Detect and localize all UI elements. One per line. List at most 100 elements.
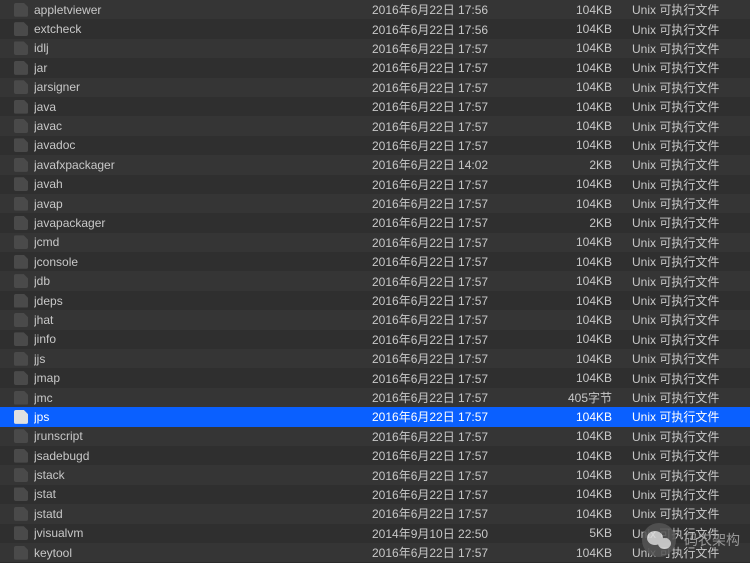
file-row[interactable]: javapackager2016年6月22日 17:572KBUnix 可执行文…	[0, 213, 750, 232]
file-size: 104KB	[542, 294, 632, 308]
watermark-text: 码农架构	[684, 530, 740, 550]
file-kind: Unix 可执行文件	[632, 79, 742, 96]
file-row[interactable]: jmap2016年6月22日 17:57104KBUnix 可执行文件	[0, 368, 750, 387]
file-date: 2014年9月10日 22:50	[372, 525, 542, 542]
file-name: jrunscript	[34, 429, 372, 443]
file-icon	[14, 313, 28, 327]
file-row[interactable]: jcmd2016年6月22日 17:57104KBUnix 可执行文件	[0, 233, 750, 252]
file-kind: Unix 可执行文件	[632, 292, 742, 309]
file-kind: Unix 可执行文件	[632, 253, 742, 270]
file-size: 104KB	[542, 138, 632, 152]
file-name: jarsigner	[34, 80, 372, 94]
file-icon	[14, 41, 28, 55]
file-icon	[14, 255, 28, 269]
file-row[interactable]: javac2016年6月22日 17:57104KBUnix 可执行文件	[0, 116, 750, 135]
file-row[interactable]: jsadebugd2016年6月22日 17:57104KBUnix 可执行文件	[0, 446, 750, 465]
file-row[interactable]: jconsole2016年6月22日 17:57104KBUnix 可执行文件	[0, 252, 750, 271]
file-row[interactable]: idlj2016年6月22日 17:57104KBUnix 可执行文件	[0, 39, 750, 58]
file-size: 104KB	[542, 429, 632, 443]
file-size: 104KB	[542, 61, 632, 75]
file-kind: Unix 可执行文件	[632, 505, 742, 522]
file-kind: Unix 可执行文件	[632, 176, 742, 193]
file-icon	[14, 526, 28, 540]
file-date: 2016年6月22日 17:57	[372, 234, 542, 251]
file-date: 2016年6月22日 17:57	[372, 505, 542, 522]
file-size: 104KB	[542, 332, 632, 346]
file-name: appletviewer	[34, 3, 372, 17]
file-date: 2016年6月22日 17:57	[372, 292, 542, 309]
file-kind: Unix 可执行文件	[632, 408, 742, 425]
file-date: 2016年6月22日 17:56	[372, 1, 542, 18]
file-date: 2016年6月22日 17:57	[372, 389, 542, 406]
file-row[interactable]: jstat2016年6月22日 17:57104KBUnix 可执行文件	[0, 485, 750, 504]
file-size: 405字节	[542, 389, 632, 406]
file-date: 2016年6月22日 17:57	[372, 79, 542, 96]
file-kind: Unix 可执行文件	[632, 195, 742, 212]
file-kind: Unix 可执行文件	[632, 486, 742, 503]
file-kind: Unix 可执行文件	[632, 59, 742, 76]
file-size: 104KB	[542, 235, 632, 249]
file-size: 104KB	[542, 313, 632, 327]
file-size: 2KB	[542, 216, 632, 230]
file-size: 104KB	[542, 119, 632, 133]
file-kind: Unix 可执行文件	[632, 389, 742, 406]
file-row[interactable]: jps2016年6月22日 17:57104KBUnix 可执行文件	[0, 407, 750, 426]
file-date: 2016年6月22日 17:57	[372, 370, 542, 387]
file-name: javapackager	[34, 216, 372, 230]
file-row[interactable]: jarsigner2016年6月22日 17:57104KBUnix 可执行文件	[0, 78, 750, 97]
file-size: 104KB	[542, 41, 632, 55]
file-kind: Unix 可执行文件	[632, 1, 742, 18]
file-kind: Unix 可执行文件	[632, 118, 742, 135]
file-row[interactable]: jstatd2016年6月22日 17:57104KBUnix 可执行文件	[0, 504, 750, 523]
file-row[interactable]: jdeps2016年6月22日 17:57104KBUnix 可执行文件	[0, 291, 750, 310]
file-row[interactable]: jjs2016年6月22日 17:57104KBUnix 可执行文件	[0, 349, 750, 368]
file-row[interactable]: jdb2016年6月22日 17:57104KBUnix 可执行文件	[0, 271, 750, 290]
file-row[interactable]: javap2016年6月22日 17:57104KBUnix 可执行文件	[0, 194, 750, 213]
file-name: jdeps	[34, 294, 372, 308]
file-row[interactable]: jstack2016年6月22日 17:57104KBUnix 可执行文件	[0, 465, 750, 484]
file-name: java	[34, 100, 372, 114]
file-date: 2016年6月22日 17:57	[372, 350, 542, 367]
file-name: keytool	[34, 546, 372, 560]
file-kind: Unix 可执行文件	[632, 273, 742, 290]
file-row[interactable]: keytool2016年6月22日 17:57104KBUnix 可执行文件	[0, 543, 750, 562]
file-date: 2016年6月22日 17:57	[372, 253, 542, 270]
file-row[interactable]: java2016年6月22日 17:57104KBUnix 可执行文件	[0, 97, 750, 116]
file-icon	[14, 352, 28, 366]
file-row[interactable]: javafxpackager2016年6月22日 14:022KBUnix 可执…	[0, 155, 750, 174]
file-size: 104KB	[542, 410, 632, 424]
file-name: jvisualvm	[34, 526, 372, 540]
file-size: 104KB	[542, 487, 632, 501]
file-date: 2016年6月22日 17:57	[372, 40, 542, 57]
file-kind: Unix 可执行文件	[632, 137, 742, 154]
file-row[interactable]: jrunscript2016年6月22日 17:57104KBUnix 可执行文…	[0, 427, 750, 446]
file-icon	[14, 487, 28, 501]
file-icon	[14, 429, 28, 443]
file-row[interactable]: extcheck2016年6月22日 17:56104KBUnix 可执行文件	[0, 19, 750, 38]
file-row[interactable]: appletviewer2016年6月22日 17:56104KBUnix 可执…	[0, 0, 750, 19]
file-icon	[14, 158, 28, 172]
file-icon	[14, 119, 28, 133]
file-name: jar	[34, 61, 372, 75]
file-list: appletviewer2016年6月22日 17:56104KBUnix 可执…	[0, 0, 750, 562]
file-name: jstack	[34, 468, 372, 482]
file-row[interactable]: javadoc2016年6月22日 17:57104KBUnix 可执行文件	[0, 136, 750, 155]
file-kind: Unix 可执行文件	[632, 428, 742, 445]
file-row[interactable]: jhat2016年6月22日 17:57104KBUnix 可执行文件	[0, 310, 750, 329]
file-icon	[14, 274, 28, 288]
file-row[interactable]: jar2016年6月22日 17:57104KBUnix 可执行文件	[0, 58, 750, 77]
file-row[interactable]: jinfo2016年6月22日 17:57104KBUnix 可执行文件	[0, 330, 750, 349]
file-row[interactable]: jvisualvm2014年9月10日 22:505KBUnix 可执行文件	[0, 524, 750, 543]
file-row[interactable]: javah2016年6月22日 17:57104KBUnix 可执行文件	[0, 175, 750, 194]
file-date: 2016年6月22日 17:57	[372, 486, 542, 503]
file-name: jps	[34, 410, 372, 424]
file-row[interactable]: jmc2016年6月22日 17:57405字节Unix 可执行文件	[0, 388, 750, 407]
file-date: 2016年6月22日 17:57	[372, 137, 542, 154]
file-name: javadoc	[34, 138, 372, 152]
file-icon	[14, 100, 28, 114]
file-name: jmap	[34, 371, 372, 385]
file-kind: Unix 可执行文件	[632, 467, 742, 484]
file-size: 5KB	[542, 526, 632, 540]
file-size: 104KB	[542, 507, 632, 521]
file-name: jsadebugd	[34, 449, 372, 463]
